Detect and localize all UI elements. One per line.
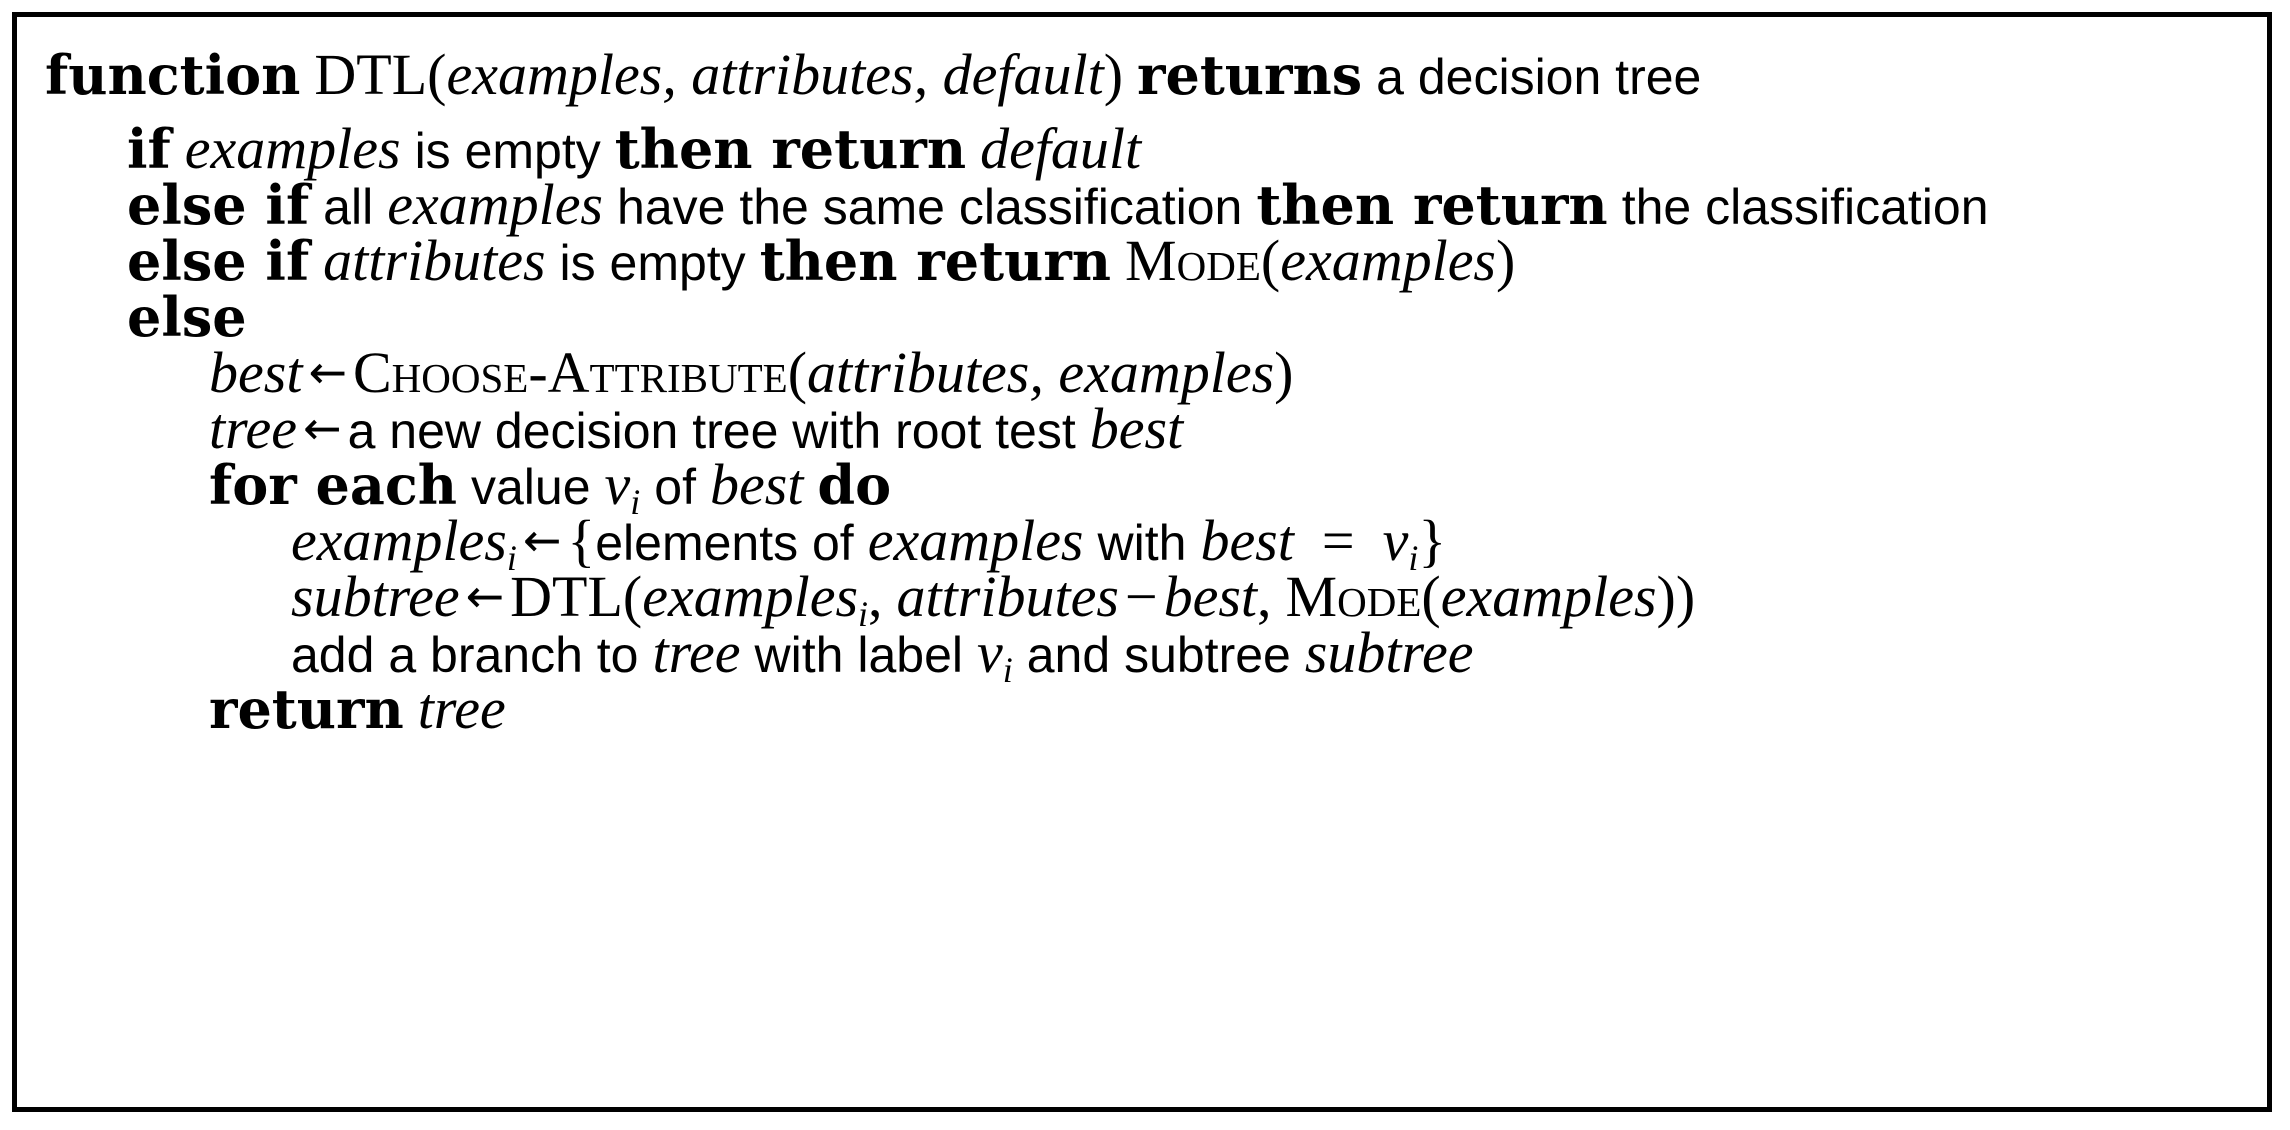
assignment-arrow: ←: [303, 401, 342, 455]
close-paren: ): [1274, 340, 1294, 405]
close-paren: ): [1496, 228, 1516, 293]
pseudocode-line-11: return tree: [209, 679, 506, 742]
keyword-return: return: [209, 677, 404, 741]
text-all: all: [323, 179, 374, 235]
close-parens: )): [1656, 564, 1696, 629]
keyword-then-return: then return: [759, 229, 1112, 293]
var-tree: tree: [652, 620, 741, 685]
assignment-arrow: ←: [522, 513, 562, 567]
var-examples: examples: [1280, 228, 1497, 293]
var-default: default: [980, 116, 1142, 181]
var-tree: tree: [417, 676, 506, 741]
minus-sign: −: [1124, 564, 1158, 629]
open-paren: (: [622, 564, 643, 629]
comma: ,: [868, 564, 883, 629]
var-v: v: [604, 452, 631, 517]
keyword-else-if: else if: [127, 229, 310, 293]
function-name: DTL: [314, 42, 428, 107]
keyword-then-return: then return: [614, 117, 967, 181]
var-tree: tree: [209, 396, 298, 461]
keyword-function: function: [45, 43, 301, 107]
assignment-arrow: ←: [308, 345, 347, 399]
function-args: attributes, examples: [807, 340, 1275, 405]
pseudocode-line-3: else if attributes is empty then return Mode…: [127, 231, 1515, 294]
var-best: best: [1163, 564, 1258, 629]
close-paren: ): [1103, 42, 1124, 107]
keyword-else-if: else if: [127, 173, 310, 237]
keyword-returns: returns: [1137, 43, 1363, 107]
function-params: examples, attributes, default: [446, 42, 1104, 107]
text-is-empty: is empty: [559, 235, 746, 291]
returns-description: a decision tree: [1376, 49, 1702, 105]
subscript-i: i: [1002, 650, 1013, 690]
var-best: best: [1089, 396, 1184, 461]
assignment-arrow: ←: [465, 569, 505, 623]
var-v: v: [976, 620, 1003, 685]
var-attributes: attributes: [323, 228, 546, 293]
var-best: best: [709, 452, 804, 517]
keyword-if: if: [127, 117, 171, 181]
text-the-classification: the classification: [1621, 179, 1989, 235]
function-choose-attribute: Choose-Attribute: [352, 340, 788, 405]
text-and-subtree: and subtree: [1026, 627, 1291, 683]
open-paren: (: [427, 42, 447, 107]
text-with: with: [1097, 515, 1187, 571]
text-value: value: [470, 459, 591, 515]
function-dtl: DTL: [510, 564, 623, 629]
algorithm-box: function DTL(examples, attributes, defaul…: [12, 12, 2272, 1112]
open-paren: (: [1260, 228, 1281, 293]
text-with-label: with label: [754, 627, 963, 683]
text-new-decision-tree: a new decision tree with root test: [347, 403, 1076, 459]
var-subtree: subtree: [1304, 620, 1474, 685]
function-signature: function DTL(examples, attributes, defaul…: [45, 45, 1701, 108]
comma: ,: [1257, 564, 1272, 629]
text-is-empty: is empty: [414, 123, 601, 179]
text-add-branch: add a branch to: [291, 627, 639, 683]
var-subtree: subtree: [291, 564, 460, 629]
text-of: of: [654, 459, 696, 515]
var-attributes: attributes: [896, 564, 1119, 629]
open-paren: (: [787, 340, 808, 405]
text-have-same-classification: have the same classification: [617, 179, 1243, 235]
function-mode: Mode: [1125, 228, 1261, 293]
text-elements-of: elements of: [595, 515, 854, 571]
var-examples: examples: [184, 116, 401, 181]
